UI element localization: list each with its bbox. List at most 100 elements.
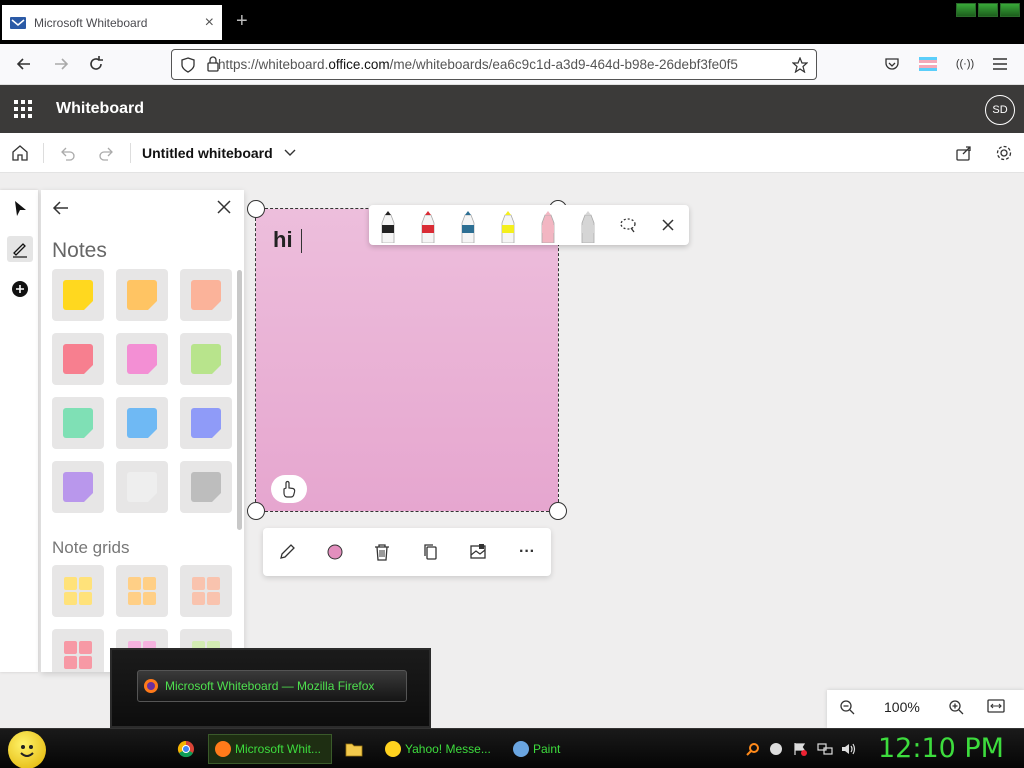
ink-tool-icon[interactable] bbox=[7, 236, 33, 262]
note-color-tile[interactable] bbox=[52, 461, 104, 513]
tool-rail bbox=[0, 190, 38, 672]
gear-icon[interactable] bbox=[994, 143, 1014, 163]
taskbar-task[interactable]: Paint bbox=[506, 734, 616, 764]
duplicate-icon[interactable] bbox=[421, 542, 441, 562]
ruler-icon[interactable] bbox=[578, 211, 598, 243]
note-color-tile[interactable] bbox=[52, 397, 104, 449]
zoom-level[interactable]: 100% bbox=[884, 699, 920, 715]
image-export-icon[interactable] bbox=[468, 542, 488, 562]
network-icon[interactable] bbox=[817, 741, 833, 757]
add-icon[interactable] bbox=[7, 276, 33, 302]
taskbar-task[interactable]: Microsoft Whit... bbox=[208, 734, 332, 764]
sticky-note-text[interactable]: hi bbox=[273, 227, 293, 253]
note-color-tile[interactable] bbox=[180, 333, 232, 385]
zoom-out-icon[interactable] bbox=[839, 699, 855, 718]
firefox-icon bbox=[144, 679, 158, 693]
resize-handle-bottom-left[interactable] bbox=[247, 502, 265, 520]
panel-scrollbar[interactable] bbox=[237, 270, 242, 530]
start-button-smiley-icon[interactable] bbox=[8, 731, 46, 768]
url-prefix: https://whiteboard. bbox=[218, 57, 329, 72]
note-color-tile[interactable] bbox=[180, 397, 232, 449]
yellow-highlighter-icon[interactable] bbox=[498, 211, 518, 243]
close-window-button[interactable] bbox=[1000, 3, 1020, 17]
tab-close-icon[interactable]: × bbox=[205, 14, 214, 32]
url-text: https://whiteboard.office.com/me/whitebo… bbox=[218, 57, 792, 72]
extension-icon[interactable]: ((·)) bbox=[953, 52, 977, 76]
back-arrow-icon[interactable] bbox=[51, 198, 71, 224]
note-grid-tile[interactable] bbox=[52, 629, 104, 672]
note-grid-tile[interactable] bbox=[180, 565, 232, 617]
app-launcher-icon[interactable] bbox=[14, 100, 32, 118]
maximize-button[interactable] bbox=[978, 3, 998, 17]
note-color-tile[interactable] bbox=[116, 461, 168, 513]
trash-icon[interactable] bbox=[372, 542, 392, 562]
extension-flag-icon[interactable] bbox=[916, 52, 940, 76]
color-picker-button[interactable] bbox=[325, 542, 345, 562]
lock-icon[interactable] bbox=[206, 56, 220, 73]
note-color-tile[interactable] bbox=[116, 269, 168, 321]
tab-title: Microsoft Whiteboard bbox=[34, 15, 148, 30]
fit-to-screen-icon[interactable] bbox=[987, 699, 1005, 716]
eraser-icon[interactable] bbox=[538, 211, 558, 243]
security-flag-icon[interactable] bbox=[792, 741, 808, 757]
zoom-in-icon[interactable] bbox=[948, 699, 964, 718]
note-color-tile[interactable] bbox=[116, 397, 168, 449]
folder-icon[interactable] bbox=[340, 734, 368, 764]
search-icon[interactable] bbox=[745, 741, 761, 757]
select-tool-icon[interactable] bbox=[7, 196, 33, 222]
note-color-tile[interactable] bbox=[180, 269, 232, 321]
home-icon[interactable] bbox=[10, 143, 30, 163]
url-bar[interactable]: https://whiteboard.office.com/me/whitebo… bbox=[171, 49, 817, 80]
whiteboard-favicon-icon bbox=[10, 16, 26, 29]
taskbar-clock[interactable]: 12:10 PM bbox=[878, 733, 1004, 764]
forward-arrow-icon[interactable] bbox=[49, 52, 73, 76]
close-icon[interactable] bbox=[658, 215, 678, 235]
taskbar-task[interactable]: Yahoo! Messe... bbox=[378, 734, 498, 764]
close-icon[interactable] bbox=[215, 198, 233, 221]
shield-icon[interactable] bbox=[180, 57, 196, 73]
chrome-icon[interactable] bbox=[172, 734, 200, 764]
share-icon[interactable] bbox=[954, 143, 974, 163]
note-color-tile[interactable] bbox=[116, 333, 168, 385]
avatar[interactable]: SD bbox=[985, 95, 1015, 125]
tab-microsoft-whiteboard[interactable]: Microsoft Whiteboard × bbox=[2, 5, 222, 40]
messenger-tray-icon[interactable] bbox=[768, 741, 784, 757]
preview-item[interactable]: Microsoft Whiteboard — Mozilla Firefox bbox=[137, 670, 407, 702]
task-label: Yahoo! Messe... bbox=[405, 742, 491, 756]
bookmark-star-icon[interactable] bbox=[792, 56, 808, 73]
minimize-button[interactable] bbox=[956, 3, 976, 17]
note-grid-tile[interactable] bbox=[52, 565, 104, 617]
sticky-note[interactable]: hi bbox=[255, 208, 559, 512]
note-grid-tile[interactable] bbox=[116, 565, 168, 617]
divider bbox=[130, 143, 131, 163]
whiteboard-appbar: Whiteboard bbox=[0, 85, 1024, 133]
new-tab-button[interactable]: + bbox=[236, 10, 248, 33]
blue-pen-icon[interactable] bbox=[458, 211, 478, 243]
app-title: Whiteboard bbox=[56, 100, 144, 117]
board-title[interactable]: Untitled whiteboard bbox=[142, 145, 273, 161]
lasso-icon[interactable] bbox=[618, 215, 638, 235]
note-color-tile[interactable] bbox=[180, 461, 232, 513]
more-options-icon[interactable]: ··· bbox=[517, 542, 537, 562]
resize-handle-top-left[interactable] bbox=[247, 200, 265, 218]
edit-pencil-icon[interactable] bbox=[277, 542, 297, 562]
undo-icon[interactable] bbox=[57, 143, 77, 163]
sticky-note-icon bbox=[63, 344, 93, 374]
task-app-icon bbox=[215, 741, 231, 757]
sticky-note-icon bbox=[127, 472, 157, 502]
pocket-icon[interactable] bbox=[880, 52, 904, 76]
note-color-tile[interactable] bbox=[52, 333, 104, 385]
resize-handle-bottom-right[interactable] bbox=[549, 502, 567, 520]
chevron-down-icon[interactable] bbox=[280, 143, 300, 163]
black-pen-icon[interactable] bbox=[378, 211, 398, 243]
reaction-thumbs-up-icon[interactable] bbox=[271, 475, 307, 503]
back-arrow-icon[interactable] bbox=[12, 52, 36, 76]
red-pen-icon[interactable] bbox=[418, 211, 438, 243]
reload-icon[interactable] bbox=[84, 52, 108, 76]
redo-icon[interactable] bbox=[97, 143, 117, 163]
note-color-tile[interactable] bbox=[52, 269, 104, 321]
volume-icon[interactable] bbox=[841, 741, 857, 757]
zoom-controls: 100% bbox=[827, 690, 1024, 728]
menu-icon[interactable] bbox=[988, 52, 1012, 76]
sticky-note-icon bbox=[63, 408, 93, 438]
